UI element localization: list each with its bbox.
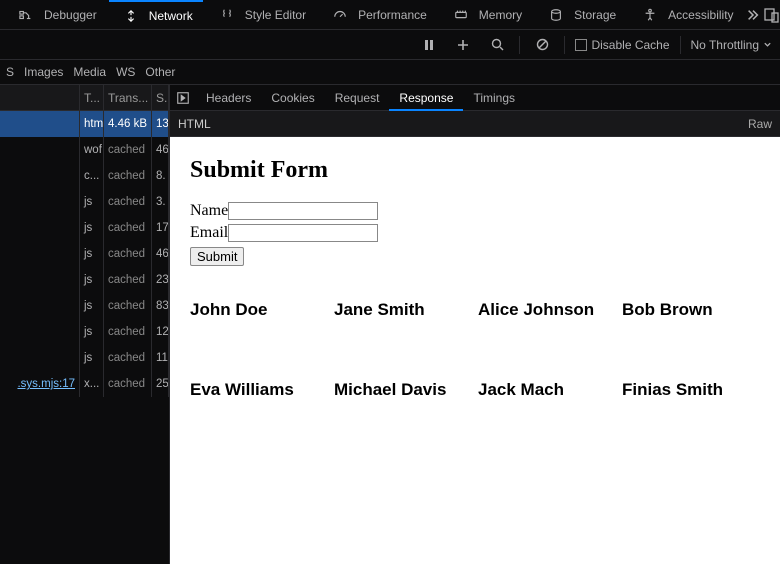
network-icon bbox=[119, 4, 143, 28]
table-row[interactable]: jscached3. bbox=[0, 189, 169, 215]
tool-tabs: Debugger Network Style Editor Performanc… bbox=[0, 0, 780, 30]
block-icon[interactable] bbox=[530, 33, 554, 57]
table-row[interactable]: c...cached8. bbox=[0, 163, 169, 189]
memory-icon bbox=[449, 3, 473, 27]
tab-debugger[interactable]: Debugger bbox=[4, 0, 107, 30]
detail-tabs: Headers Cookies Request Response Timings bbox=[170, 85, 780, 111]
name-input[interactable] bbox=[228, 202, 378, 220]
filter-s[interactable]: S bbox=[6, 65, 14, 79]
action-bar: Disable Cache No Throttling bbox=[0, 30, 780, 60]
table-row[interactable]: jscached11 bbox=[0, 345, 169, 371]
response-subbar: HTML Raw bbox=[170, 111, 780, 137]
person-name: Alice Johnson bbox=[478, 300, 616, 320]
tab-style-editor[interactable]: Style Editor bbox=[205, 0, 316, 30]
submit-button[interactable]: Submit bbox=[190, 247, 244, 266]
person-name: Jane Smith bbox=[334, 300, 472, 320]
tab-network[interactable]: Network bbox=[109, 0, 203, 30]
person-name: Michael Davis bbox=[334, 380, 472, 400]
tab-storage[interactable]: Storage bbox=[534, 0, 626, 30]
table-row[interactable]: htm4.46 kB13 bbox=[0, 111, 169, 137]
responsive-mode-icon[interactable] bbox=[764, 3, 780, 27]
toggle-raw-icon[interactable] bbox=[170, 91, 196, 105]
search-icon[interactable] bbox=[485, 33, 509, 57]
table-row[interactable]: jscached83 bbox=[0, 293, 169, 319]
people-grid: John Doe Jane Smith Alice Johnson Bob Brown… bbox=[190, 300, 760, 400]
accessibility-icon bbox=[638, 3, 662, 27]
email-label: Email bbox=[190, 224, 228, 241]
table-row[interactable]: jscached23 bbox=[0, 267, 169, 293]
filter-other[interactable]: Other bbox=[145, 65, 175, 79]
person-name: John Doe bbox=[190, 300, 328, 320]
detail-tab-timings[interactable]: Timings bbox=[463, 85, 525, 111]
raw-toggle[interactable]: Raw bbox=[748, 117, 772, 131]
col-type[interactable]: T... bbox=[80, 85, 104, 111]
disable-cache-toggle[interactable]: Disable Cache bbox=[575, 38, 669, 52]
throttling-select[interactable]: No Throttling bbox=[691, 38, 772, 52]
response-format-label: HTML bbox=[178, 117, 211, 131]
storage-icon bbox=[544, 3, 568, 27]
plus-icon[interactable] bbox=[451, 33, 475, 57]
email-input[interactable] bbox=[228, 224, 378, 242]
detail-tab-headers[interactable]: Headers bbox=[196, 85, 261, 111]
chevron-down-icon bbox=[763, 40, 772, 49]
detail-tab-request[interactable]: Request bbox=[325, 85, 390, 111]
detail-tab-response[interactable]: Response bbox=[389, 85, 463, 111]
pause-icon[interactable] bbox=[417, 33, 441, 57]
debugger-icon bbox=[14, 3, 38, 27]
request-list-head: T... Trans... S... bbox=[0, 85, 169, 111]
person-name: Eva Williams bbox=[190, 380, 328, 400]
col-size[interactable]: S... bbox=[152, 85, 169, 111]
person-name: Finias Smith bbox=[622, 380, 760, 400]
request-list: T... Trans... S... htm4.46 kB13wofcached… bbox=[0, 85, 169, 564]
table-row[interactable]: .sys.mjs:17x...cached25 bbox=[0, 371, 169, 397]
checkbox-icon bbox=[575, 39, 587, 51]
overflow-icon[interactable] bbox=[746, 3, 760, 27]
table-row[interactable]: jscached46 bbox=[0, 241, 169, 267]
main-split: T... Trans... S... htm4.46 kB13wofcached… bbox=[0, 85, 780, 564]
performance-icon bbox=[328, 3, 352, 27]
detail-tab-cookies[interactable]: Cookies bbox=[261, 85, 324, 111]
col-transferred[interactable]: Trans... bbox=[104, 85, 152, 111]
table-row[interactable]: wofcached46 bbox=[0, 137, 169, 163]
form-title: Submit Form bbox=[190, 157, 760, 184]
response-preview: Submit Form Name Email Submit John Doe Ja… bbox=[170, 137, 780, 564]
person-name: Jack Mach bbox=[478, 380, 616, 400]
request-detail: Headers Cookies Request Response Timings… bbox=[169, 85, 780, 564]
filter-bar: S Images Media WS Other bbox=[0, 60, 780, 85]
table-row[interactable]: jscached17 bbox=[0, 215, 169, 241]
person-name: Bob Brown bbox=[622, 300, 760, 320]
tab-memory[interactable]: Memory bbox=[439, 0, 532, 30]
filter-ws[interactable]: WS bbox=[116, 65, 135, 79]
filter-media[interactable]: Media bbox=[73, 65, 106, 79]
name-label: Name bbox=[190, 202, 228, 219]
tab-accessibility[interactable]: Accessibility bbox=[628, 0, 743, 30]
tab-performance[interactable]: Performance bbox=[318, 0, 437, 30]
style-icon bbox=[215, 3, 239, 27]
filter-images[interactable]: Images bbox=[24, 65, 63, 79]
table-row[interactable]: jscached12 bbox=[0, 319, 169, 345]
